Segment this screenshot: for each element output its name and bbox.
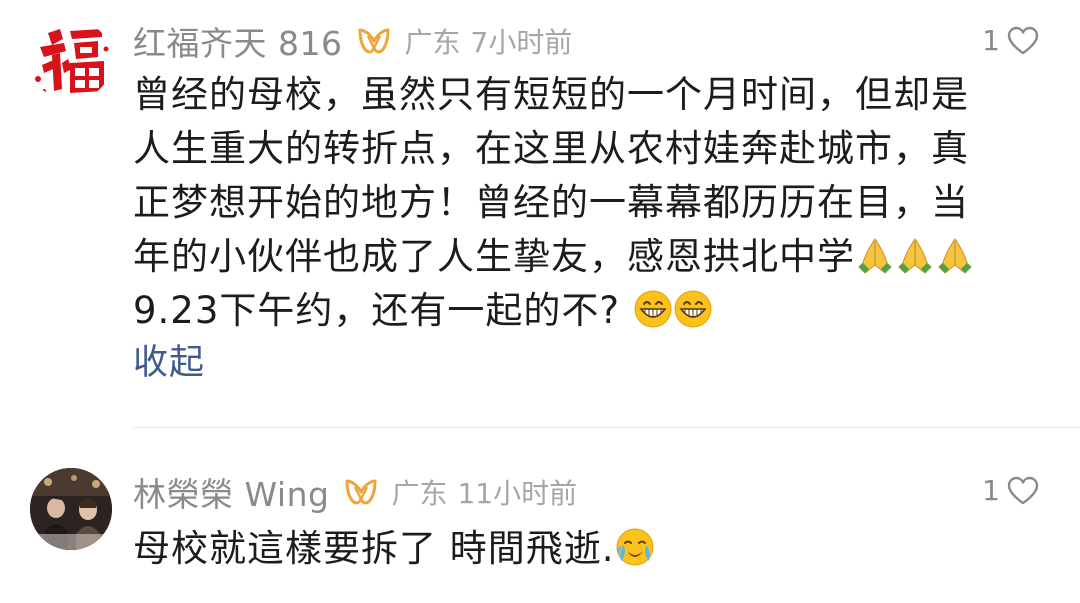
- timestamp: 7小时前: [470, 26, 573, 59]
- like-button[interactable]: 1: [982, 24, 1040, 57]
- heart-icon[interactable]: [1006, 475, 1040, 507]
- grinning-face-emoji: [674, 290, 712, 328]
- comment-line: 人生重大的转折点，在这里从农村娃奔赴城市，真: [133, 127, 969, 170]
- comment-item: 林榮榮 Wing 广东 11小时前 1 母校就這樣要拆了 時間飛逝.: [0, 428, 1080, 603]
- fan-badge-icon: [356, 26, 392, 56]
- comment-item: 红福齐天 816 广东 7小时前 1 曾经的母校，虽然只有短短的一个月时间，但却…: [0, 0, 1080, 428]
- comment-header: 红福齐天 816 广东 7小时前: [133, 19, 572, 63]
- comment-line-text: 年的小伙伴也成了人生挚友，感恩拱北中学: [133, 235, 855, 278]
- comment-line-text: 母校就這樣要拆了 時間飛逝.: [133, 527, 615, 570]
- heart-icon[interactable]: [1006, 25, 1040, 57]
- comment-line-text: 9.23下午约，还有一起的不?: [133, 289, 621, 332]
- username[interactable]: 红福齐天 816: [133, 17, 342, 65]
- comment-line-with-emoji: 年的小伙伴也成了人生挚友，感恩拱北中学: [133, 230, 1003, 284]
- fu-character-icon: [30, 19, 112, 101]
- comment-line: 曾经的母校，虽然只有短短的一个月时间，但却是: [133, 73, 969, 116]
- photo-avatar-icon: [30, 468, 112, 550]
- username[interactable]: 林榮榮 Wing: [133, 468, 329, 516]
- timestamp: 11小时前: [457, 477, 578, 510]
- location-label: 广东: [404, 26, 461, 59]
- comment-body: 曾经的母校，虽然只有短短的一个月时间，但却是 人生重大的转折点，在这里从农村娃奔…: [133, 68, 1003, 338]
- comment-line-with-emoji: 母校就這樣要拆了 時間飛逝.: [133, 522, 1003, 576]
- collapse-button[interactable]: 收起: [133, 334, 205, 385]
- like-count: 1: [982, 474, 1000, 507]
- folded-hands-emoji: [858, 238, 892, 274]
- like-button[interactable]: 1: [982, 474, 1040, 507]
- folded-hands-emoji: [938, 238, 972, 274]
- location-label: 广东: [391, 477, 448, 510]
- folded-hands-emoji: [898, 238, 932, 274]
- grinning-face-emoji: [634, 290, 672, 328]
- comment-body: 母校就這樣要拆了 時間飛逝.: [133, 522, 1003, 576]
- comment-line: 正梦想开始的地方！曾经的一幕幕都历历在目，当: [133, 181, 969, 224]
- comment-line-with-emoji: 9.23下午约，还有一起的不?: [133, 284, 1003, 338]
- user-avatar[interactable]: [30, 468, 112, 550]
- like-count: 1: [982, 24, 1000, 57]
- comment-header: 林榮榮 Wing 广东 11小时前: [133, 470, 577, 514]
- loudly-crying-face-emoji: [616, 528, 654, 566]
- fan-badge-icon: [343, 477, 379, 507]
- user-avatar[interactable]: [30, 19, 112, 101]
